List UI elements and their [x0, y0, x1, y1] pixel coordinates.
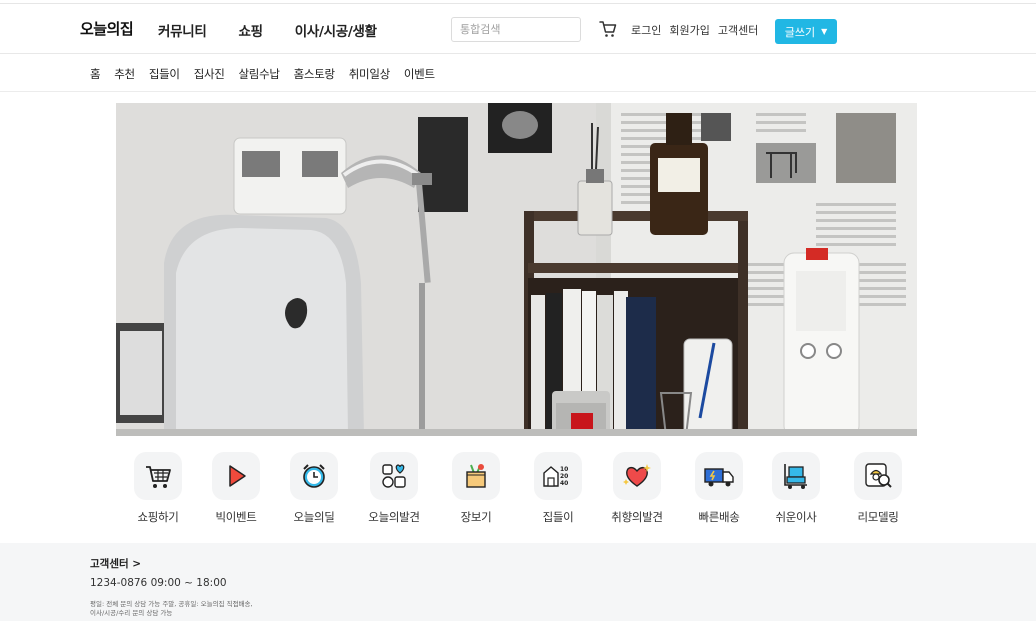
customer-center-link[interactable]: 고객센터	[718, 22, 758, 38]
signup-link[interactable]: 회원가입	[669, 22, 709, 38]
category-label: 집들이	[542, 510, 574, 524]
cart-icon[interactable]	[598, 19, 618, 39]
house-icon-number: 20	[560, 473, 568, 480]
category-label: 장보기	[460, 510, 492, 524]
write-button[interactable]: 글쓰기 ▼	[775, 19, 837, 44]
category-shopping[interactable]: 쇼핑하기	[123, 452, 193, 525]
heart-icon	[613, 452, 661, 500]
global-header: 오늘의집 커뮤니티 쇼핑 이사/시공/생활 로그인 회원가입 고객센터 글쓰기 …	[0, 4, 1036, 54]
subnav-event[interactable]: 이벤트	[404, 66, 435, 82]
delivery-truck-icon	[695, 452, 743, 500]
moving-cart-icon	[772, 452, 820, 500]
footer-phone-hours: 1234-0876 09:00 ~ 18:00	[90, 577, 227, 589]
logo[interactable]: 오늘의집	[80, 18, 134, 39]
subnav-home[interactable]: 홈	[90, 66, 101, 82]
alarm-clock-icon	[290, 452, 338, 500]
category-label: 쇼핑하기	[137, 510, 179, 524]
footer-customer-center-link[interactable]: 고객센터 >	[90, 556, 141, 571]
nav-shopping[interactable]: 쇼핑	[238, 20, 263, 40]
footer: 고객센터 > 1234-0876 09:00 ~ 18:00 평일: 전체 문의…	[0, 543, 1036, 621]
category-taste[interactable]: 취향의발견	[602, 452, 672, 525]
subnav-hobby[interactable]: 취미일상	[349, 66, 390, 82]
category-label: 오늘의딜	[293, 510, 335, 524]
category-big-event[interactable]: 빅이벤트	[201, 452, 271, 525]
shopping-cart-icon	[134, 452, 182, 500]
category-shortcuts: 쇼핑하기 빅이벤트 오늘의딜 오늘의발견 장보기 10 20 40 집들이 취향…	[123, 452, 913, 532]
category-todays-deal[interactable]: 오늘의딜	[279, 452, 349, 525]
sub-nav: 홈 추천 집들이 집사진 살림수납 홈스토랑 취미일상 이벤트	[0, 55, 1036, 92]
hero-image	[116, 103, 917, 436]
category-label: 쉬운이사	[775, 510, 817, 524]
category-grocery[interactable]: 장보기	[441, 452, 511, 525]
house-icon: 10 20 40	[534, 452, 582, 500]
category-moving[interactable]: 쉬운이사	[761, 452, 831, 525]
subnav-homestaurant[interactable]: 홈스토랑	[294, 66, 335, 82]
nav-community[interactable]: 커뮤니티	[158, 20, 207, 40]
subnav-housewarming[interactable]: 집들이	[149, 66, 180, 82]
chevron-down-icon: ▼	[821, 27, 828, 36]
hero-banner[interactable]	[116, 103, 917, 436]
category-label: 빅이벤트	[215, 510, 257, 524]
play-icon	[212, 452, 260, 500]
subnav-storage[interactable]: 살림수납	[239, 66, 280, 82]
category-label: 취향의발견	[611, 510, 663, 524]
category-discovery[interactable]: 오늘의발견	[359, 452, 429, 525]
shapes-icon	[370, 452, 418, 500]
subnav-photos[interactable]: 집사진	[194, 66, 225, 82]
search-input[interactable]	[451, 17, 581, 42]
subnav-recommend[interactable]: 추천	[114, 66, 135, 82]
write-button-label: 글쓰기	[784, 25, 816, 39]
category-label: 빠른배송	[698, 510, 740, 524]
remodeling-icon	[854, 452, 902, 500]
user-links: 로그인 회원가입 고객센터	[631, 22, 766, 38]
category-fast-delivery[interactable]: 빠른배송	[684, 452, 754, 525]
house-icon-number: 40	[560, 480, 568, 487]
category-label: 오늘의발견	[368, 510, 420, 524]
grocery-bag-icon	[452, 452, 500, 500]
main-nav: 커뮤니티 쇼핑 이사/시공/생활	[158, 20, 409, 40]
house-icon-number: 10	[560, 466, 568, 473]
category-housewarming[interactable]: 10 20 40 집들이	[523, 452, 593, 525]
footer-note: 이사/시공/수리 문의 상담 가능	[90, 609, 173, 617]
category-remodeling[interactable]: 리모델링	[843, 452, 913, 525]
nav-moving-services[interactable]: 이사/시공/생활	[295, 20, 377, 40]
category-label: 리모델링	[857, 510, 899, 524]
login-link[interactable]: 로그인	[631, 22, 661, 38]
